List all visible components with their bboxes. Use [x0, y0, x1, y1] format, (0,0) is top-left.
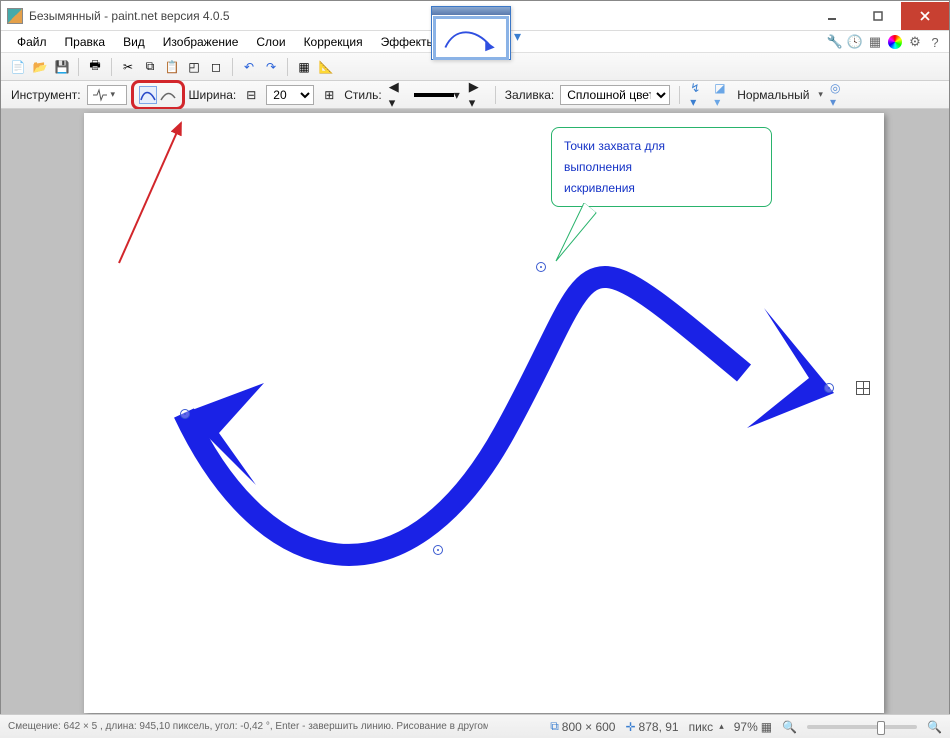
menu-image[interactable]: Изображение: [155, 32, 247, 52]
status-hint: Смещение: 642 × 5 , длина: 945,10 пиксел…: [8, 721, 488, 732]
new-file-icon[interactable]: 📄: [9, 58, 27, 76]
tool-options-bar: Инструмент: ▾ Ширина: ⊟ 20 ⊞ Стиль: ◀ ▾ …: [1, 81, 949, 109]
print-icon[interactable]: 🖶: [86, 58, 104, 76]
doc-size-icon: ⧉: [550, 719, 559, 734]
callout-bubble: Точки захвата для выполнения искривления: [551, 127, 772, 207]
line-end-cap[interactable]: ▶ ▾: [468, 86, 486, 104]
settings-icon[interactable]: ⚙: [907, 34, 923, 50]
cut-icon[interactable]: ✂: [119, 58, 137, 76]
fill-select[interactable]: Сплошной цвет: [560, 85, 670, 105]
fill-label: Заливка:: [505, 88, 555, 102]
line-dash-style[interactable]: ▾: [412, 86, 462, 104]
paste-icon[interactable]: 📋: [163, 58, 181, 76]
selection-clip-icon[interactable]: ◎ ▾: [829, 86, 847, 104]
curve-node-2[interactable]: [433, 545, 443, 555]
layers-window-icon[interactable]: ▦: [867, 34, 883, 50]
blend-mode-label[interactable]: Нормальный: [737, 88, 809, 102]
instrument-label: Инструмент:: [11, 88, 81, 102]
colors-window-icon[interactable]: [887, 34, 903, 50]
thumbnail-dropdown-icon[interactable]: ▾: [514, 28, 521, 45]
bezier-curve-icon[interactable]: [159, 86, 177, 104]
zoom-dropdown-icon[interactable]: ▦: [761, 720, 772, 734]
redo-icon[interactable]: ↷: [262, 58, 280, 76]
statusbar: Смещение: 642 × 5 , длина: 945,10 пиксел…: [0, 714, 950, 738]
blend-dropdown-icon[interactable]: ▾: [818, 89, 823, 100]
workspace: Точки захвата для выполнения искривления: [1, 109, 949, 719]
width-decrease-icon[interactable]: ⊟: [242, 86, 260, 104]
alpha-blend-icon[interactable]: ◪ ▾: [713, 86, 731, 104]
zoom-in-icon[interactable]: 🔍: [927, 720, 942, 734]
minimize-button[interactable]: [809, 2, 855, 30]
copy-icon[interactable]: ⧉: [141, 58, 159, 76]
spline-curve-icon[interactable]: [139, 86, 157, 104]
grid-icon[interactable]: ▦: [295, 58, 313, 76]
window-title: Безымянный - paint.net версия 4.0.5: [29, 9, 230, 23]
move-cursor-icon: [856, 381, 870, 395]
callout-text: Точки захвата для выполнения искривления: [564, 139, 665, 195]
document-thumbnail[interactable]: [431, 6, 511, 60]
menu-adjust[interactable]: Коррекция: [296, 32, 371, 52]
menu-edit[interactable]: Правка: [57, 32, 114, 52]
style-label: Стиль:: [344, 88, 381, 102]
width-select[interactable]: 20: [266, 85, 314, 105]
open-file-icon[interactable]: 📂: [31, 58, 49, 76]
zoom-out-icon[interactable]: 🔍: [782, 720, 797, 734]
crosshair-icon: ✛: [625, 720, 635, 734]
maximize-button[interactable]: [855, 2, 901, 30]
curve-type-group: [133, 84, 183, 106]
zoom-slider[interactable]: [807, 725, 917, 729]
callout-tail: [544, 203, 604, 273]
tool-selector[interactable]: ▾: [87, 85, 127, 105]
close-button[interactable]: [901, 2, 949, 30]
app-icon: [7, 8, 23, 24]
tools-window-icon[interactable]: 🔧: [827, 34, 843, 50]
status-units[interactable]: пикс▴: [689, 720, 724, 734]
canvas[interactable]: Точки захвата для выполнения искривления: [84, 113, 884, 713]
curve-node-end[interactable]: [824, 383, 834, 393]
width-label: Ширина:: [189, 88, 237, 102]
ruler-icon[interactable]: 📐: [317, 58, 335, 76]
help-icon[interactable]: ?: [927, 34, 943, 50]
crop-icon[interactable]: ◰: [185, 58, 203, 76]
history-window-icon[interactable]: 🕓: [847, 34, 863, 50]
menu-layers[interactable]: Слои: [248, 32, 293, 52]
deselect-icon[interactable]: ◻: [207, 58, 225, 76]
status-zoom[interactable]: 97% ▦: [734, 720, 772, 734]
menu-view[interactable]: Вид: [115, 32, 153, 52]
antialias-icon[interactable]: ↯ ▾: [689, 86, 707, 104]
status-docsize: ⧉ 800 × 600: [550, 719, 615, 734]
width-increase-icon[interactable]: ⊞: [320, 86, 338, 104]
line-start-cap[interactable]: ◀ ▾: [388, 86, 406, 104]
undo-icon[interactable]: ↶: [240, 58, 258, 76]
curve-node-start[interactable]: [180, 409, 190, 419]
status-cursor: ✛ 878, 91: [625, 720, 678, 734]
menu-file[interactable]: Файл: [9, 32, 55, 52]
save-file-icon[interactable]: 💾: [53, 58, 71, 76]
